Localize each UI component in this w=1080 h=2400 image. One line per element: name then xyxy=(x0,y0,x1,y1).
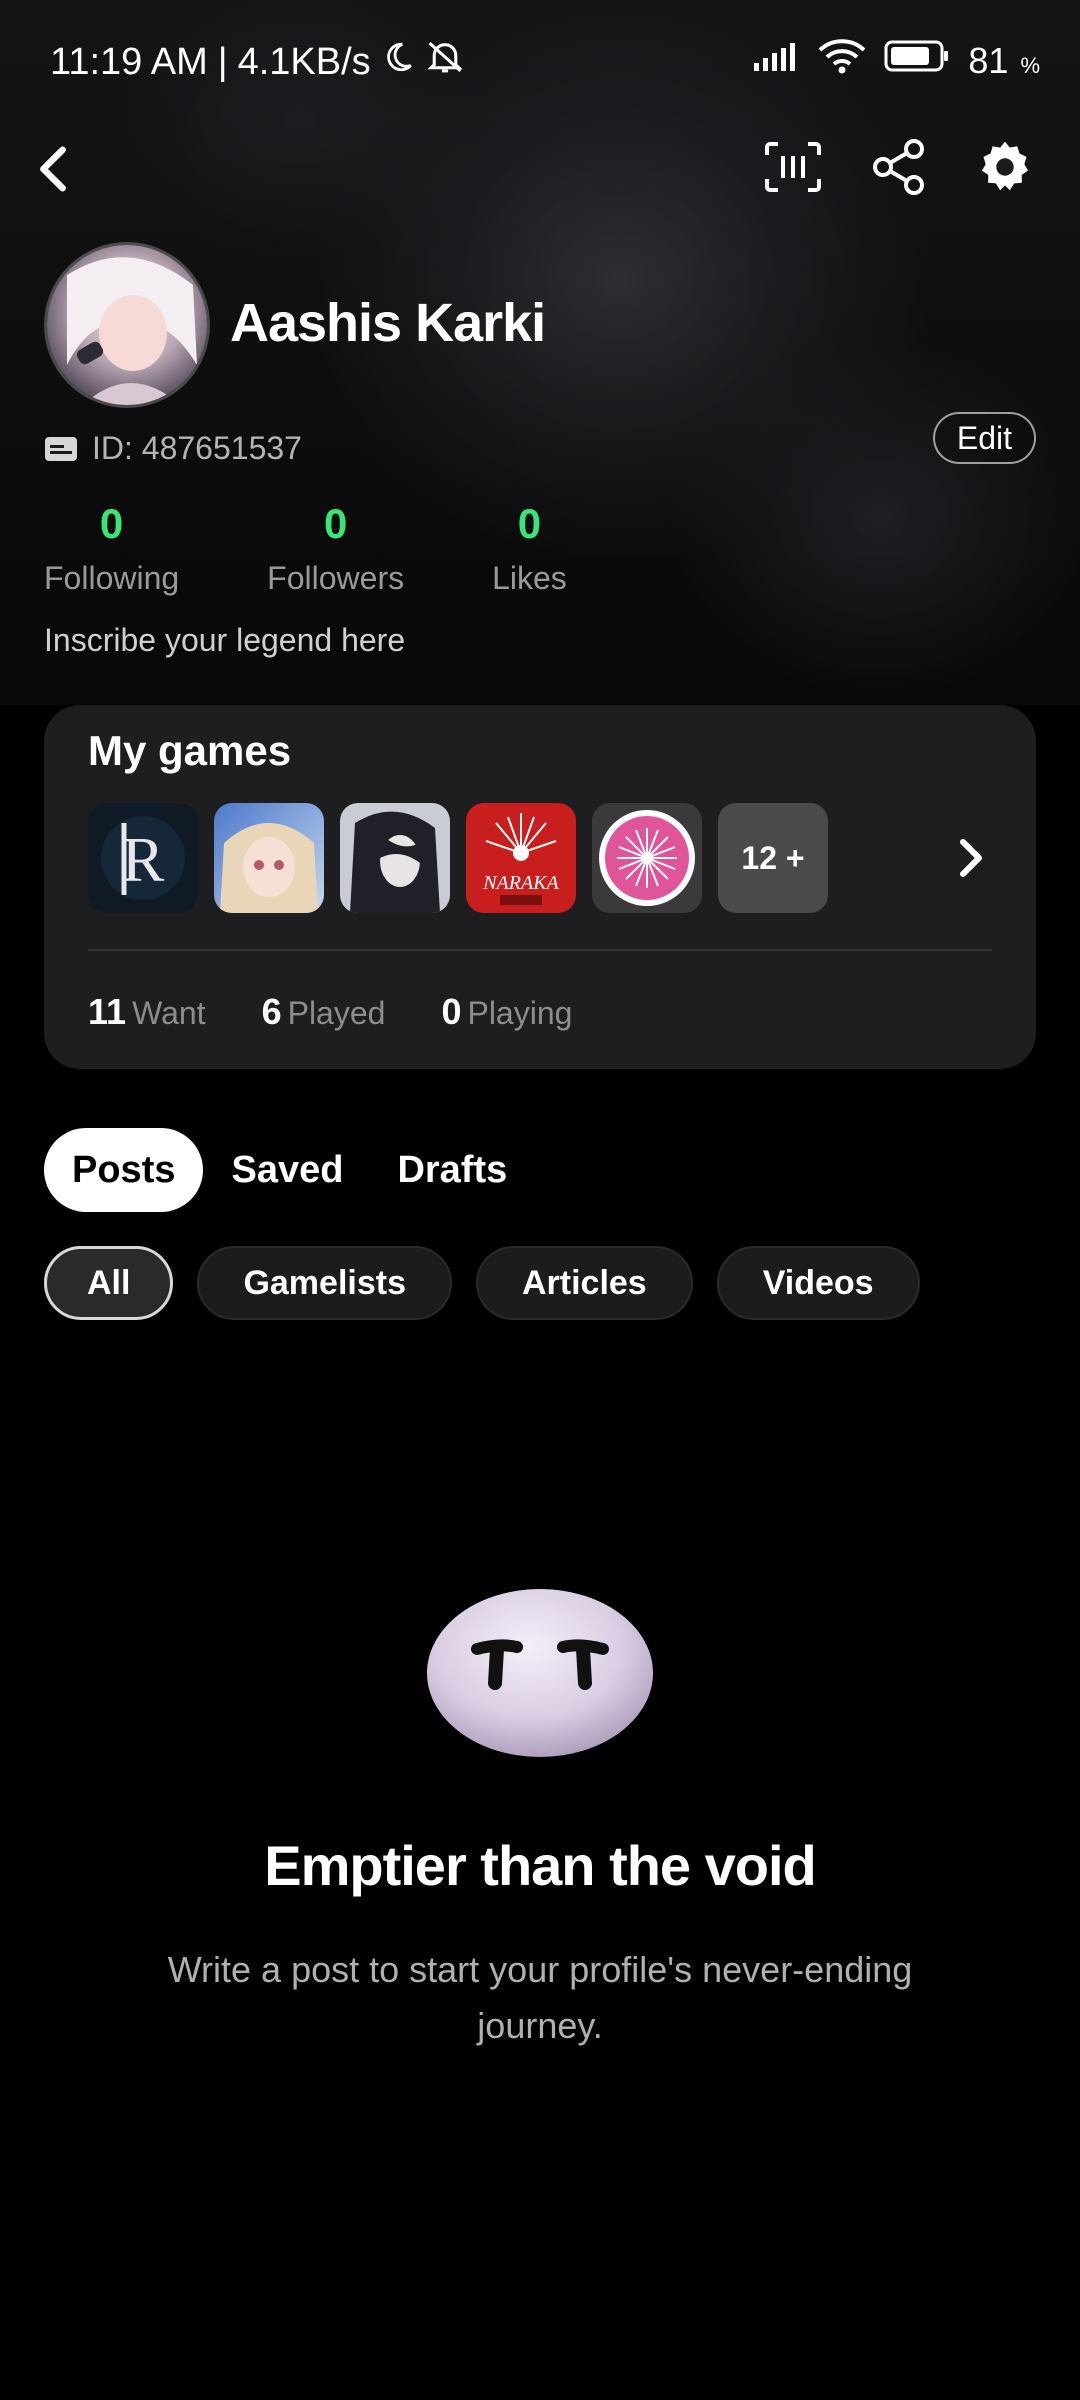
count-played[interactable]: 6 Played xyxy=(262,991,386,1033)
stat-label: Followers xyxy=(267,560,405,596)
status-separator: | xyxy=(217,40,228,83)
status-time: 11:19 AM xyxy=(50,40,208,83)
signal-icon xyxy=(752,40,800,82)
svg-text:NARAKA: NARAKA xyxy=(482,872,559,894)
share-icon xyxy=(873,139,924,195)
count-want[interactable]: 11 Want xyxy=(88,991,206,1033)
stat-following[interactable]: 0 Following xyxy=(44,500,179,597)
stat-likes[interactable]: 0 Likes xyxy=(492,500,567,597)
games-counts: 11 Want 6 Played 0 Playing xyxy=(88,991,572,1033)
status-bar: 11:19 AM | 4.1KB/s 81 % xyxy=(0,0,1080,120)
tab-saved[interactable]: Saved xyxy=(231,1128,343,1212)
back-button[interactable] xyxy=(18,134,88,204)
pink-burst-icon[interactable] xyxy=(592,803,702,913)
scan-icon xyxy=(765,142,821,192)
games-divider xyxy=(88,949,992,951)
user-id-text: ID: 487651537 xyxy=(92,430,302,466)
tab-posts[interactable]: Posts xyxy=(44,1128,204,1212)
count-value: 0 xyxy=(441,991,462,1032)
tab-drafts[interactable]: Drafts xyxy=(397,1128,507,1212)
chevron-right-icon[interactable] xyxy=(946,833,996,883)
empty-mascot-icon xyxy=(425,1585,655,1760)
back-icon xyxy=(40,146,66,192)
my-games-title: My games xyxy=(88,727,292,774)
status-right: 81 % xyxy=(752,38,1040,83)
filter-chips: All Gamelists Articles Videos xyxy=(44,1246,920,1320)
anime-girl-game-icon[interactable] xyxy=(214,803,324,913)
count-value: 6 xyxy=(261,991,282,1032)
edit-profile-button[interactable]: Edit xyxy=(932,412,1036,464)
stat-followers[interactable]: 0 Followers xyxy=(267,500,404,597)
share-button[interactable] xyxy=(868,132,930,202)
filter-articles[interactable]: Articles xyxy=(475,1246,693,1320)
battery-icon xyxy=(884,39,950,82)
stat-label: Likes xyxy=(492,560,567,596)
settings-icon xyxy=(982,141,1028,191)
id-card-icon xyxy=(45,436,77,461)
filter-gamelists[interactable]: Gamelists xyxy=(197,1246,452,1320)
my-games-card[interactable]: My games R NARAKA 12 + 11 Want 6 Played … xyxy=(44,705,1036,1069)
moon-icon xyxy=(381,40,415,84)
profile-stats: 0 Following 0 Followers 0 Likes xyxy=(44,500,655,597)
games-row: R NARAKA 12 + xyxy=(88,803,828,913)
settings-button[interactable] xyxy=(974,132,1036,202)
count-label: Want xyxy=(132,995,206,1031)
count-value: 11 xyxy=(88,991,127,1032)
content-tabs: Posts Saved Drafts xyxy=(44,1128,507,1212)
more-games-button[interactable]: 12 + xyxy=(718,803,828,913)
battery-level: 81 xyxy=(968,39,1009,81)
wifi-icon xyxy=(818,38,866,83)
scan-button[interactable] xyxy=(762,132,824,202)
profile-bio[interactable]: Inscribe your legend here xyxy=(44,622,405,659)
stat-value: 0 xyxy=(323,500,348,547)
mute-bell-icon xyxy=(425,38,465,86)
count-label: Playing xyxy=(467,995,573,1031)
stat-value: 0 xyxy=(99,500,124,547)
svg-text:R: R xyxy=(122,824,165,895)
filter-all[interactable]: All xyxy=(44,1246,174,1320)
user-id: ID: 487651537 xyxy=(44,430,302,467)
stat-label: Following xyxy=(44,560,180,596)
filter-videos[interactable]: Videos xyxy=(716,1246,920,1320)
empty-state-title: Emptier than the void xyxy=(264,1834,817,1897)
runescape-icon[interactable]: R xyxy=(88,803,198,913)
stat-value: 0 xyxy=(517,500,542,547)
dark-anime-game-icon[interactable] xyxy=(340,803,450,913)
empty-state-description: Write a post to start your profile's nev… xyxy=(167,1949,913,2046)
profile-name: Aashis Karki xyxy=(230,293,546,353)
profile-page: 11:19 AM | 4.1KB/s 81 % Aashis Karki ID:… xyxy=(0,0,1080,2400)
avatar[interactable] xyxy=(44,242,210,408)
battery-percent-sign: % xyxy=(1020,52,1040,78)
count-playing[interactable]: 0 Playing xyxy=(441,991,572,1033)
count-label: Played xyxy=(287,995,386,1031)
status-left: 11:19 AM | 4.1KB/s xyxy=(50,38,465,86)
top-nav-actions xyxy=(762,132,1036,202)
status-net-speed: 4.1KB/s xyxy=(237,40,371,83)
naraka-icon[interactable]: NARAKA xyxy=(466,803,576,913)
